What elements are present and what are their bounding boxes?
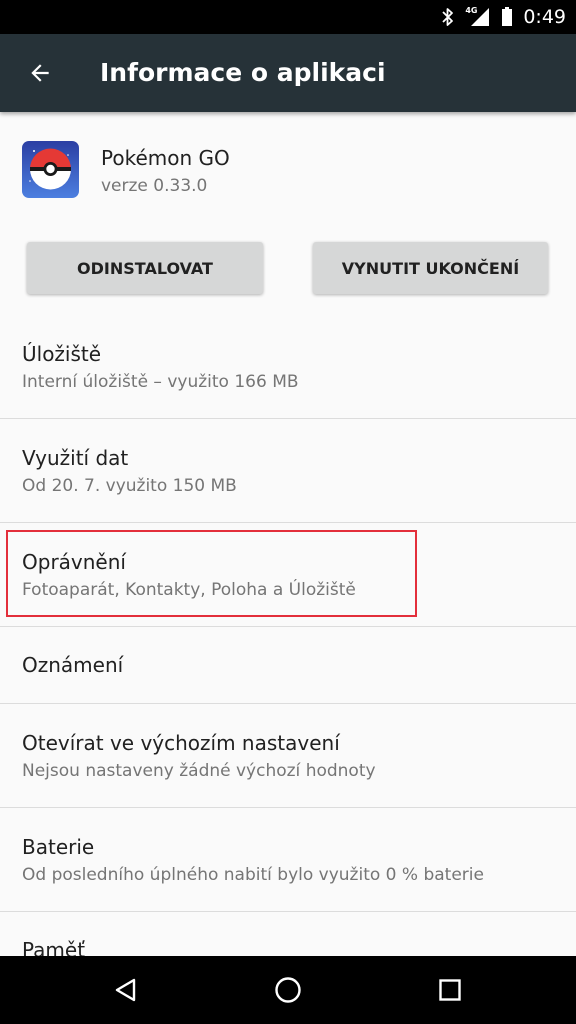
settings-item-memory[interactable]: Paměť: [0, 912, 576, 956]
force-stop-button[interactable]: VYNUTIT UKONČENÍ: [313, 242, 548, 294]
highlight-box: [6, 530, 417, 617]
bluetooth-icon: [442, 8, 454, 26]
settings-item-battery[interactable]: Baterie Od posledního úplného nabití byl…: [0, 808, 576, 911]
settings-item-summary: Nejsou nastaveny žádné výchozí hodnoty: [22, 761, 376, 781]
page-title: Informace o aplikaci: [100, 58, 386, 87]
app-version: verze 0.33.0: [101, 176, 208, 196]
settings-item-storage[interactable]: Úložiště Interní úložiště – využito 166 …: [0, 314, 576, 418]
settings-item-summary: Od posledního úplného nabití bylo využit…: [22, 865, 484, 885]
battery-icon: [502, 7, 513, 26]
settings-item-title: Úložiště: [22, 342, 102, 366]
uninstall-button[interactable]: ODINSTALOVAT: [27, 242, 263, 294]
app-icon: [22, 141, 79, 198]
nav-back-button[interactable]: [96, 966, 156, 1014]
home-circle-icon: [275, 977, 301, 1003]
status-bar: 4G 0:49: [0, 0, 576, 34]
app-name: Pokémon GO: [101, 146, 230, 170]
status-time: 0:49: [523, 6, 566, 28]
status-icons: 4G 0:49: [441, 0, 566, 34]
settings-item-title: Otevírat ve výchozím nastavení: [22, 731, 340, 755]
back-button[interactable]: [16, 49, 64, 97]
settings-item-notifications[interactable]: Oznámení: [0, 627, 576, 703]
settings-item-title: Baterie: [22, 835, 95, 859]
settings-item-summary: Od 20. 7. využito 150 MB: [22, 476, 237, 496]
recents-square-icon: [439, 979, 461, 1001]
settings-item-title: Oznámení: [22, 653, 124, 677]
navigation-bar: [0, 956, 576, 1024]
nav-home-button[interactable]: [258, 966, 318, 1014]
app-header: Pokémon GO verze 0.33.0: [0, 112, 576, 230]
settings-item-open-by-default[interactable]: Otevírat ve výchozím nastavení Nejsou na…: [0, 704, 576, 807]
pokeball-icon: [22, 141, 79, 198]
arrow-back-icon: [31, 64, 49, 82]
settings-item-data-usage[interactable]: Využití dat Od 20. 7. využito 150 MB: [0, 419, 576, 522]
signal-icon: [471, 8, 490, 26]
nav-recents-button[interactable]: [420, 966, 480, 1014]
settings-item-title: Paměť: [22, 938, 86, 956]
app-bar: Informace o aplikaci: [0, 34, 576, 112]
settings-item-title: Využití dat: [22, 446, 129, 470]
settings-item-summary: Interní úložiště – využito 166 MB: [22, 372, 299, 392]
back-triangle-icon: [115, 978, 136, 1002]
signal-indicator: 4G: [465, 6, 491, 28]
